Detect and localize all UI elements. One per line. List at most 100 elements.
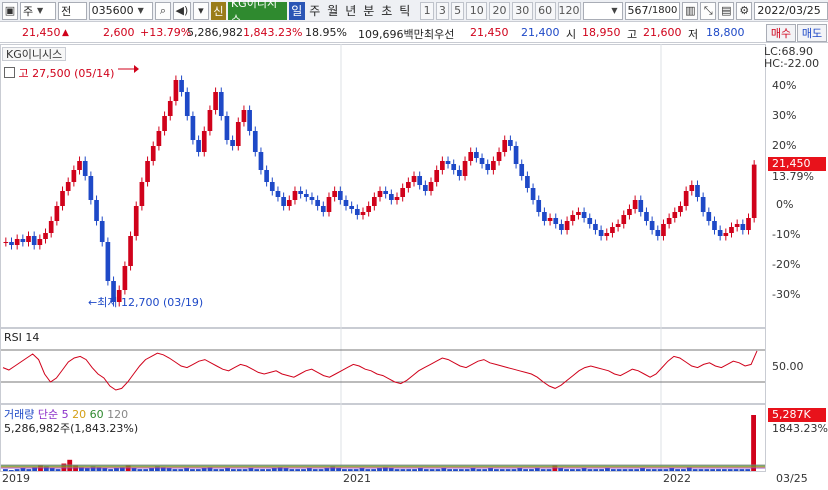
volume-bar (254, 469, 260, 471)
volume-bar (230, 469, 236, 471)
volume-bar (394, 469, 400, 471)
tab-tick[interactable]: 틱 (397, 2, 413, 20)
price-tick-20: 20% (772, 139, 797, 152)
market-select[interactable]: 주 ▼ (20, 1, 57, 20)
tab-monthly[interactable]: 월 (325, 2, 341, 20)
candle-body (133, 206, 139, 236)
candle-body (179, 80, 184, 92)
volume-bar (453, 469, 458, 471)
candle-body (536, 200, 542, 212)
volume-bar (727, 469, 733, 471)
candle-body (666, 218, 672, 224)
price-tick-30: 30% (772, 109, 797, 122)
period-10-button[interactable]: 10 (466, 1, 488, 20)
period-1-button[interactable]: 1 (420, 1, 434, 20)
volume-bar (628, 469, 634, 471)
candle-body (621, 215, 627, 224)
candle-body (360, 212, 366, 215)
candle-body (343, 200, 349, 206)
date-field[interactable]: 2022/03/25 (754, 1, 828, 20)
dropdown-button[interactable]: ▾ (192, 1, 209, 20)
candle-body (43, 233, 48, 239)
candle-body (746, 218, 751, 230)
volume-bar (201, 468, 207, 471)
candles-icon: ▥ (685, 4, 696, 17)
period-select[interactable]: ▼ (582, 1, 623, 20)
volume-bar (295, 469, 301, 471)
settings-button[interactable]: ⚙ (736, 1, 753, 20)
candle-body (672, 212, 678, 218)
period-3-button[interactable]: 3 (435, 1, 450, 20)
price-tick-neg30: -30% (772, 288, 801, 301)
bar-count-total: /1800 (648, 5, 678, 16)
tab-daily[interactable]: 일 (288, 1, 305, 20)
tab-yearly[interactable]: 년 (343, 2, 359, 20)
candle-body (156, 131, 162, 146)
volume-bar (435, 469, 441, 471)
volume-bar (569, 469, 575, 471)
volume-bar (529, 469, 534, 471)
volume-bar (681, 469, 686, 471)
window-toggle-button[interactable]: ▣ (2, 1, 18, 20)
candle-body (462, 161, 468, 176)
tab-weekly[interactable]: 주 (307, 2, 323, 20)
high-arrow-head (134, 65, 139, 73)
current-price: 21,450 (22, 26, 61, 39)
volume-bar (359, 468, 365, 471)
candle-body (655, 230, 661, 236)
candle-body (485, 164, 491, 170)
volume-bar (575, 469, 581, 471)
turnover-rate: 18.95% (305, 26, 347, 39)
sell-button[interactable]: 매도 (797, 24, 827, 42)
save-button[interactable]: ▤ (718, 1, 735, 20)
candle-body (190, 116, 196, 140)
candle-body (241, 110, 247, 122)
stock-code-input[interactable]: 035600 ▼ (88, 1, 153, 20)
period-5-button[interactable]: 5 (451, 1, 465, 20)
scope-select[interactable]: 전 (58, 1, 87, 20)
tab-second[interactable]: 초 (379, 2, 395, 20)
period-120-button[interactable]: 120 (557, 1, 581, 20)
candle-body (54, 206, 60, 221)
candle-body (496, 152, 502, 161)
new-badge: 신 (210, 1, 226, 20)
candle-body (105, 242, 111, 281)
bar-count-field[interactable]: 567/1800 (624, 1, 681, 20)
search-button[interactable]: ⌕ (154, 1, 171, 20)
sound-button[interactable]: ◀) (172, 1, 191, 20)
candle-body (173, 80, 179, 101)
save-icon: ▤ (721, 4, 732, 17)
volume-bar (242, 469, 248, 471)
period-20-button[interactable]: 20 (489, 1, 510, 20)
candle-body (207, 110, 213, 131)
period-60-button[interactable]: 60 (534, 1, 556, 20)
volume-bar (476, 469, 482, 471)
period-30-button[interactable]: 30 (511, 1, 533, 20)
candle-body (700, 197, 706, 212)
candle-body (434, 170, 440, 182)
draw-tool-button[interactable]: ⤡ (700, 1, 717, 20)
volume-bar (482, 469, 488, 471)
volume-bar (108, 469, 114, 471)
candle-body (99, 221, 105, 242)
rsi-line (2, 350, 758, 391)
volume-bar (184, 468, 190, 471)
candle-body (440, 161, 445, 170)
volume-bar (447, 469, 453, 471)
volume-bar (540, 469, 546, 471)
chart-type-button[interactable]: ▥ (682, 1, 699, 20)
best-ask: 21,450 (470, 26, 509, 39)
volume-bar (49, 468, 55, 471)
low-note-text: 최저 12,700 (03/19) (97, 296, 204, 309)
candle-body (712, 221, 717, 230)
buy-button[interactable]: 매수 (766, 24, 796, 42)
volume-bar (640, 468, 645, 471)
volume-bar (622, 469, 628, 471)
candle-body (332, 191, 337, 197)
candle-body (20, 239, 26, 242)
candle-body (235, 122, 241, 146)
tab-minute[interactable]: 분 (361, 2, 377, 20)
window-icon: ▣ (4, 4, 16, 17)
candle-body (508, 140, 513, 146)
volume-bar (20, 468, 26, 471)
